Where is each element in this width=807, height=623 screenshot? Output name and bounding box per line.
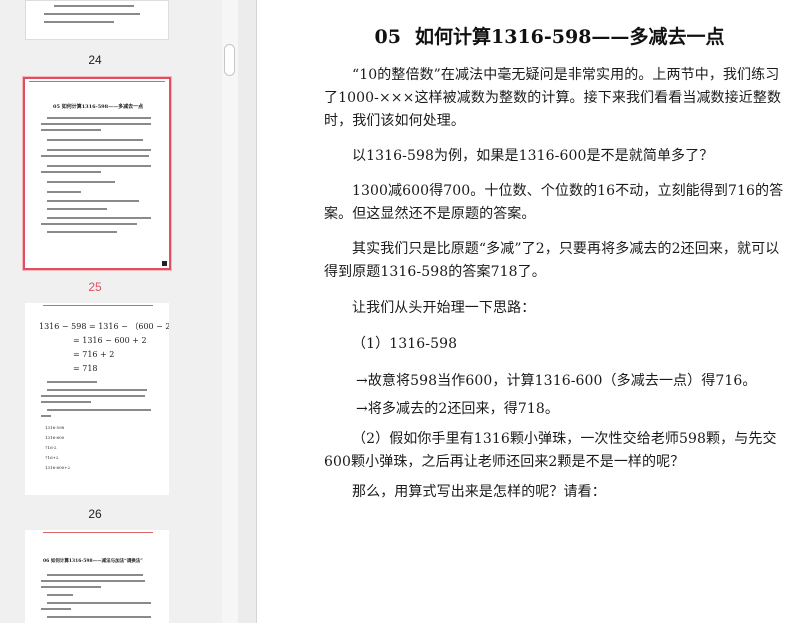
paragraph: →故意将598当作600，计算1316-600（多减去一点）得716。 bbox=[356, 373, 757, 389]
page-number-label-active: 25 bbox=[88, 280, 102, 294]
title-expression: 1316-598—— bbox=[491, 26, 630, 48]
viewer-gutter bbox=[238, 0, 257, 623]
thumbnail-math-line: = 718 bbox=[73, 364, 98, 373]
document-page: 05 如何计算1316-598——多减去一点 “10的整倍数”在减法中毫无疑问是非… bbox=[257, 0, 807, 623]
page-thumbnail-26[interactable]: 1316 − 598 = 1316 − （600 − 2） = 1316 − 6… bbox=[25, 303, 169, 495]
sidebar-scrollbar-thumb[interactable] bbox=[224, 44, 235, 76]
paragraph: 那么，用算式写出来是怎样的呢？请看： bbox=[352, 484, 606, 500]
title-suffix: 多减去一点 bbox=[629, 26, 725, 48]
thumbnail-list-item: 1316-598 bbox=[45, 425, 65, 430]
page-number-label: 24 bbox=[88, 53, 102, 67]
thumbnail-heading: 05 如何计算1316-598——多减去一点 bbox=[53, 104, 144, 110]
thumbnail-list-item: 1316-600+2 bbox=[45, 465, 71, 470]
section-number: 05 bbox=[374, 26, 401, 48]
paragraph: （2）假如你手里有1316颗小弹珠，一次性交给老师598颗，与先交600颗小弹珠… bbox=[324, 431, 777, 470]
paragraph: 1300减600得700。十位数、个位数的16不动，立刻能得到716的答案。但这… bbox=[324, 183, 784, 222]
thumbnail-list-item: 1316-600 bbox=[45, 435, 65, 440]
sidebar-scrollbar-track[interactable] bbox=[222, 0, 238, 623]
section-title: 05 如何计算1316-598——多减去一点 bbox=[257, 22, 807, 49]
thumbnail-sidebar[interactable]: 24 05 如何计算1316-598——多减去一点 25 1316 − 598 … bbox=[0, 0, 222, 623]
paragraph: “10的整倍数”在减法中毫无疑问是非常实用的。上两节中，我们练习了1000-××… bbox=[324, 67, 782, 129]
thumbnail-math-line: = 1316 − 600 + 2 bbox=[73, 336, 147, 345]
thumbnail-list-item: 716-2 bbox=[45, 445, 57, 450]
page-thumbnail-27[interactable]: 06 如何计算1316-598——减法与加法“调换法” bbox=[25, 530, 169, 623]
thumbnail-heading: 06 如何计算1316-598——减法与加法“调换法” bbox=[43, 559, 143, 564]
page-number-label: 26 bbox=[88, 507, 102, 521]
paragraph: 以1316-598为例，如果是1316-600是不是就简单多了？ bbox=[352, 148, 714, 164]
paragraph: 其实我们只是比原题“多减”了2，只要再将多减去的2还回来，就可以得到原题1316… bbox=[324, 241, 780, 280]
paragraph: 让我们从头开始理一下思路： bbox=[352, 300, 536, 316]
paragraph: →将多减去的2还回来，得718。 bbox=[356, 401, 559, 417]
thumbnail-math-line: 1316 − 598 = 1316 − （600 − 2） bbox=[39, 322, 169, 331]
page-thumbnail-25[interactable]: 05 如何计算1316-598——多减去一点 bbox=[22, 76, 172, 271]
thumbnail-corner-marker bbox=[162, 261, 167, 266]
thumbnail-math-line: = 716 + 2 bbox=[73, 350, 115, 359]
page-thumbnail-24[interactable] bbox=[25, 0, 169, 40]
paragraph: （1）1316-598 bbox=[352, 336, 458, 352]
thumbnail-list-item: 716+2 bbox=[45, 455, 59, 460]
title-prefix: 如何计算 bbox=[414, 26, 491, 48]
